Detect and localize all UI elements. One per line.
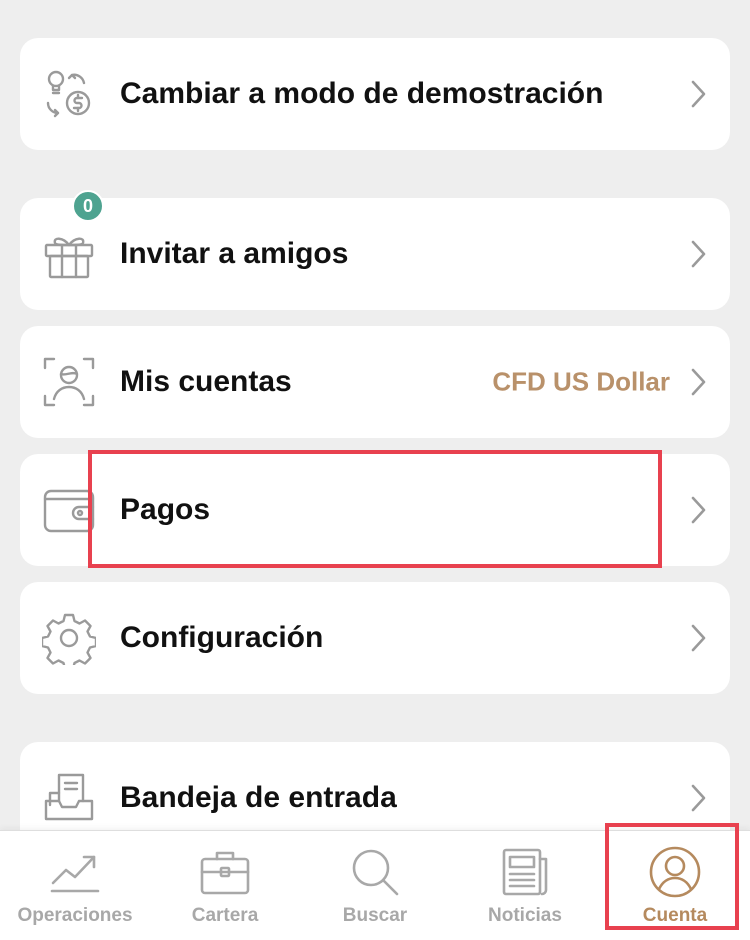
newspaper-icon [498,845,552,899]
gift-icon [42,227,96,281]
tab-portfolio[interactable]: Cartera [150,831,300,940]
tab-account[interactable]: Cuenta [600,831,750,940]
menu-item-label: Cambiar a modo de demostración [120,77,604,110]
user-scan-icon [42,355,96,409]
trend-chart-icon [48,845,102,899]
menu-item-label: Mis cuentas [120,365,292,398]
chevron-right-icon [686,781,710,815]
menu-item-label: Invitar a amigos [120,237,349,270]
chevron-right-icon [686,365,710,399]
menu-item-settings[interactable]: Configuración [20,582,730,694]
inbox-tray-icon [42,771,96,825]
wallet-icon [42,483,96,537]
menu-item-invite-friends[interactable]: 0 Invitar a amigos [20,190,730,310]
chevron-right-icon [686,77,710,111]
tab-operations[interactable]: Operaciones [0,831,150,940]
bottom-tab-bar: Operaciones Cartera Buscar Noticias Cuen… [0,830,750,940]
chevron-right-icon [686,237,710,271]
menu-item-my-accounts[interactable]: Mis cuentas CFD US Dollar [20,326,730,438]
search-icon [348,845,402,899]
tab-label: Cartera [191,905,259,926]
menu-item-demo-mode[interactable]: Cambiar a modo de demostración [20,38,730,150]
menu-item-label: Bandeja de entrada [120,781,397,814]
tab-news[interactable]: Noticias [450,831,600,940]
tab-label: Noticias [488,905,562,926]
user-circle-icon [648,845,702,899]
menu-item-label: Pagos [120,493,211,526]
menu-item-label: Configuración [120,621,324,654]
briefcase-icon [198,845,252,899]
chevron-right-icon [686,621,710,655]
gear-icon [42,611,96,665]
account-screen: Cambiar a modo de demostración 0 Invitar… [0,0,750,940]
tab-label: Operaciones [17,905,133,926]
tab-search[interactable]: Buscar [300,831,450,940]
chevron-right-icon [686,493,710,527]
bulb-dollar-swap-icon [42,67,96,121]
invite-count-badge: 0 [72,190,104,222]
account-currency-value: CFD US Dollar [492,366,670,397]
tab-label: Buscar [342,905,408,926]
menu-item-payments[interactable]: Pagos [20,454,730,566]
tab-label: Cuenta [642,905,708,926]
